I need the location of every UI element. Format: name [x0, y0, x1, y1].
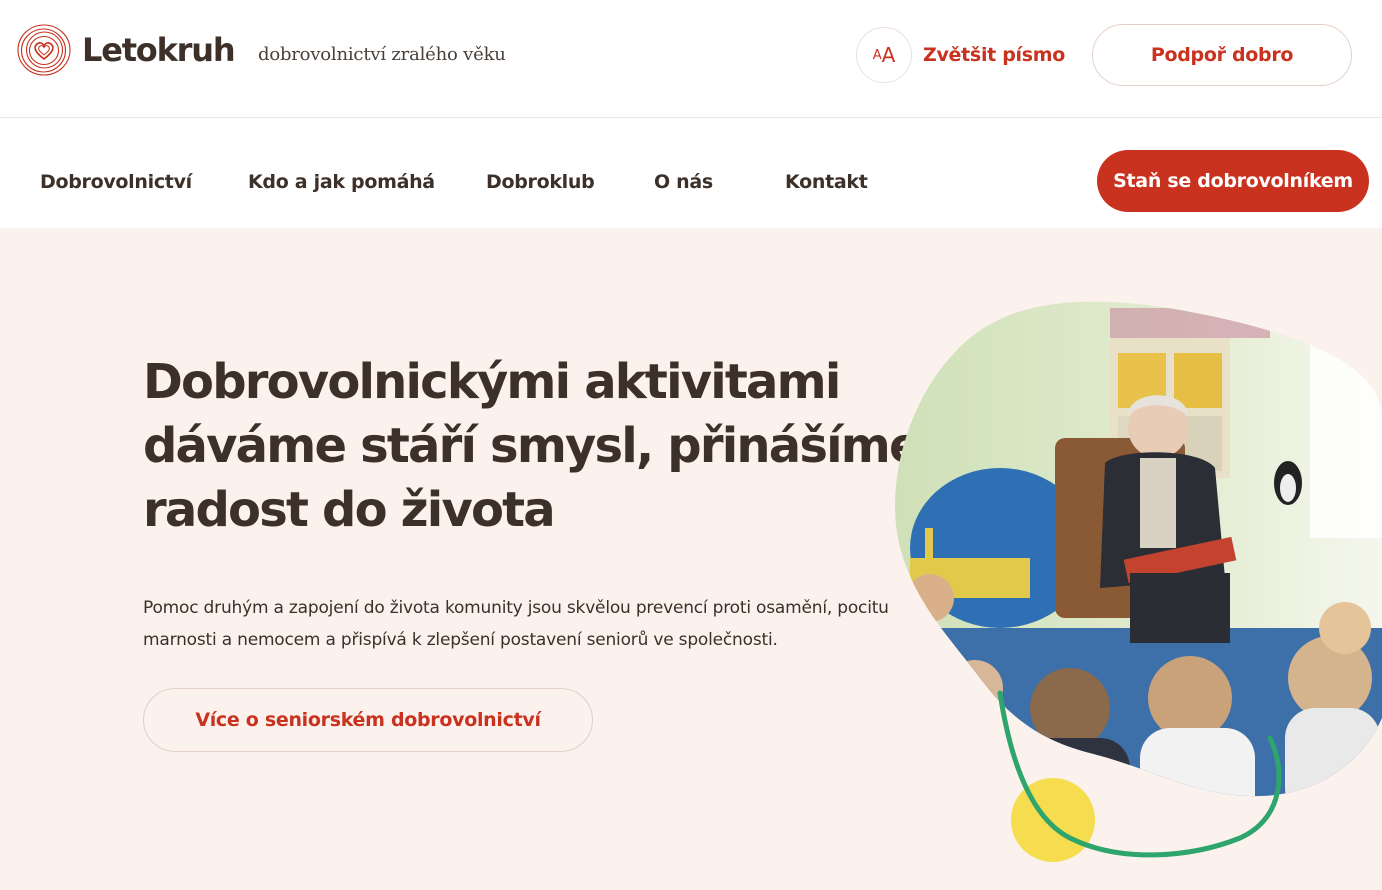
nav-item-dobrovolnictvi[interactable]: Dobrovolnictví	[40, 171, 192, 193]
become-volunteer-button[interactable]: Staň se dobrovolníkem	[1097, 150, 1369, 212]
hero-description: Pomoc druhým a zapojení do života komuni…	[143, 592, 913, 656]
nav-item-kdo-a-jak-pomaha[interactable]: Kdo a jak pomáhá	[248, 171, 435, 193]
font-size-label[interactable]: Zvětšit písmo	[923, 44, 1065, 66]
top-header: Letokruh dobrovolnictví zralého věku AA …	[0, 0, 1382, 118]
font-size-toggle[interactable]: AA Zvětšit písmo	[856, 27, 1065, 83]
font-size-icon-small-a: A	[872, 47, 882, 63]
logo-link[interactable]: Letokruh	[16, 22, 236, 78]
brand-tagline: dobrovolnictví zralého věku	[258, 44, 506, 65]
nav-item-o-nas[interactable]: O nás	[654, 171, 713, 193]
hero-title: Dobrovolnickými aktivitami dáváme stáří …	[143, 350, 922, 542]
more-about-volunteering-button[interactable]: Více o seniorském dobrovolnictví	[143, 688, 593, 752]
hero-title-line: Dobrovolnickými aktivitami	[143, 354, 841, 410]
brand-name: Letokruh	[82, 31, 236, 69]
hero-photo	[895, 301, 1382, 862]
support-button[interactable]: Podpoř dobro	[1092, 24, 1352, 86]
hero-title-line: radost do života	[143, 482, 556, 538]
nav-item-dobroklub[interactable]: Dobroklub	[486, 171, 595, 193]
hero-description-line: marnosti a nemocem a přispívá k zlepšení…	[143, 630, 778, 650]
hero-section: Dobrovolnickými aktivitami dáváme stáří …	[0, 228, 1382, 890]
main-nav: Dobrovolnictví Kdo a jak pomáhá Dobroklu…	[0, 119, 1382, 228]
decor-yellow-circle	[1011, 778, 1095, 862]
hero-title-line: dáváme stáří smysl, přinášíme	[143, 418, 922, 474]
font-size-icon-big-a: A	[881, 43, 896, 67]
font-size-icon[interactable]: AA	[856, 27, 912, 83]
hero-photo-image	[895, 301, 1382, 797]
nav-item-kontakt[interactable]: Kontakt	[785, 171, 868, 193]
hero-description-line: Pomoc druhým a zapojení do života komuni…	[143, 598, 889, 618]
tree-ring-heart-icon	[17, 24, 71, 76]
